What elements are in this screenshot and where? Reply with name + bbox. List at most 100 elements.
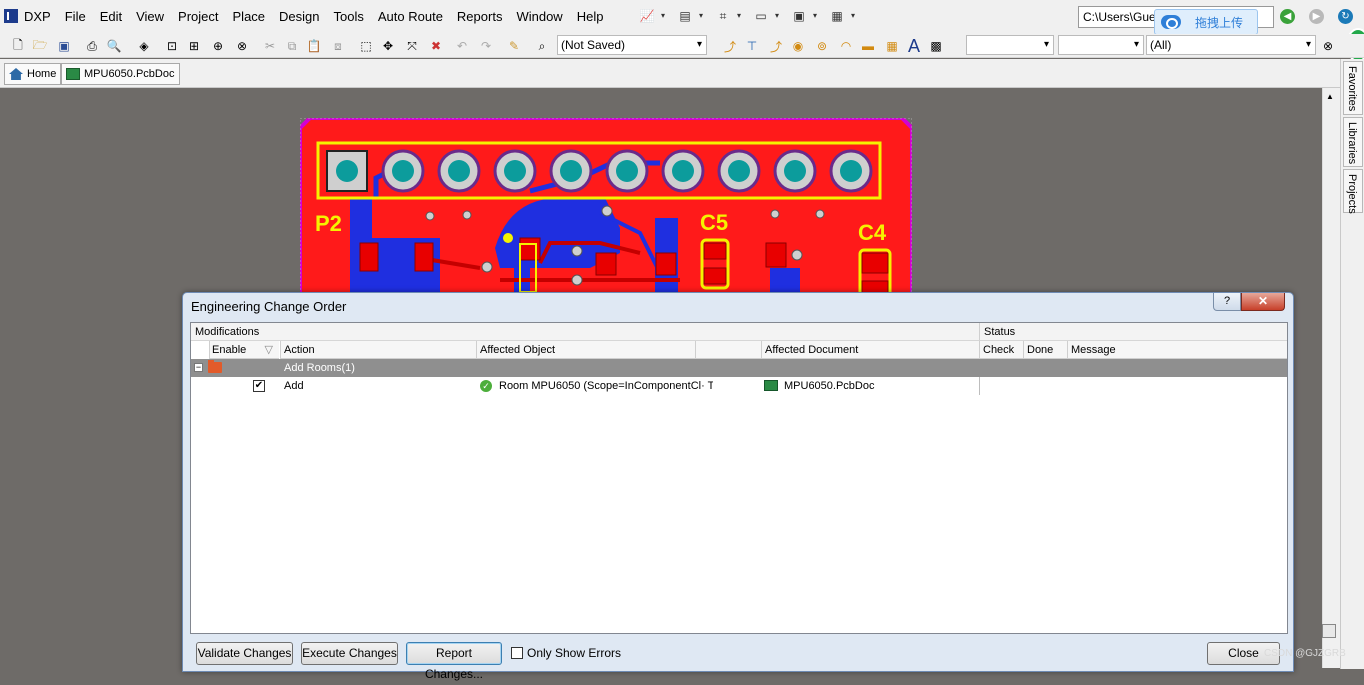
fast-forward-icon[interactable]: ↻ xyxy=(1338,9,1353,24)
select-area-icon[interactable]: ⬚ xyxy=(356,36,376,56)
col-affected-document[interactable]: Affected Document xyxy=(762,341,979,359)
nav-arrows: ◀ ▶ ↻ xyxy=(1280,9,1353,24)
group-row-add-rooms[interactable]: − Add Rooms(1) xyxy=(191,359,1287,377)
dialog-title: Engineering Change Order xyxy=(191,299,347,314)
new-file-icon[interactable]: 🗋 xyxy=(8,36,28,56)
validate-changes-button[interactable]: Validate Changes xyxy=(196,642,293,665)
col-divider xyxy=(476,341,477,359)
deselect-icon[interactable]: ⤧ xyxy=(402,36,422,56)
pad-icon[interactable]: ◉ xyxy=(788,36,808,56)
filter-combo[interactable]: (All) xyxy=(1146,35,1316,55)
upload-widget[interactable]: 拖拽上传 xyxy=(1154,9,1258,35)
save-state-combo[interactable]: (Not Saved) xyxy=(557,35,707,55)
menu-place[interactable]: Place xyxy=(226,0,273,34)
panel-tab-favorites[interactable]: Favorites xyxy=(1343,61,1363,115)
row-affected-document: MPU6050.PcbDoc xyxy=(784,380,875,392)
only-show-errors-checkbox[interactable] xyxy=(511,647,523,659)
fill-icon[interactable]: ▬ xyxy=(858,36,878,56)
menu-view[interactable]: View xyxy=(129,0,171,34)
redo-icon[interactable]: ↷ xyxy=(476,36,496,56)
save-icon[interactable]: ▣ xyxy=(54,36,74,56)
pad-hole xyxy=(784,160,806,182)
only-show-errors[interactable]: Only Show Errors xyxy=(511,646,621,660)
ruler-tool-icon[interactable]: ▭ xyxy=(750,6,779,26)
eco-dialog: Engineering Change Order ? ✕ Modificatio… xyxy=(182,292,1294,681)
execute-changes-button[interactable]: Execute Changes xyxy=(301,642,398,665)
menu-design[interactable]: Design xyxy=(272,0,326,34)
col-done[interactable]: Done xyxy=(1024,341,1067,359)
home-icon xyxy=(9,68,23,80)
layer-combo[interactable] xyxy=(966,35,1054,55)
report-changes-button[interactable]: Report Changes... xyxy=(406,642,502,681)
col-enable[interactable]: Enable ▽ xyxy=(209,341,279,359)
forward-arrow-icon[interactable]: ▶ xyxy=(1309,9,1324,24)
col-action[interactable]: Action xyxy=(281,341,477,359)
net-combo[interactable] xyxy=(1058,35,1144,55)
filter-icon[interactable]: ▽ xyxy=(265,341,273,359)
col-message[interactable]: Message xyxy=(1068,341,1287,359)
component-icon[interactable]: ▩ xyxy=(926,36,946,56)
back-arrow-icon[interactable]: ◀ xyxy=(1280,9,1295,24)
highlight-icon[interactable]: ✎ xyxy=(504,36,524,56)
filter-icon[interactable]: ⊗ xyxy=(1318,36,1338,56)
paste-icon[interactable]: 📋 xyxy=(304,36,324,56)
route-icon[interactable]: ⤴ xyxy=(720,36,740,56)
menu-window[interactable]: Window xyxy=(509,0,569,34)
print-preview-icon[interactable]: 🔍 xyxy=(104,36,124,56)
menu-file[interactable]: File xyxy=(58,0,93,34)
multi-route-icon[interactable]: ⤴ xyxy=(766,36,786,56)
grid-tool-icon[interactable]: ▦ xyxy=(826,6,855,26)
text-icon[interactable]: A xyxy=(904,36,924,56)
undo-icon[interactable]: ↶ xyxy=(452,36,472,56)
align-tool-icon[interactable]: ▤ xyxy=(674,6,703,26)
collapse-icon[interactable]: − xyxy=(194,363,203,372)
zoom-fit-icon[interactable]: ⊡ xyxy=(162,36,182,56)
menu-dxp[interactable]: DXP xyxy=(0,0,58,34)
designator-c4: C4 xyxy=(858,220,887,245)
table-row[interactable]: ✔ Add ✓ Room MPU6050 (Scope=InComponentC… xyxy=(191,377,1287,395)
col-divider xyxy=(761,341,762,359)
room-tool-icon[interactable]: ▣ xyxy=(788,6,817,26)
panel-tab-libraries[interactable]: Libraries xyxy=(1343,117,1363,167)
help-button[interactable]: ? xyxy=(1213,293,1241,311)
tab-pcbdoc-label: MPU6050.PcbDoc xyxy=(84,68,175,80)
select-tool-icon[interactable]: ⌗ xyxy=(712,6,741,26)
rubber-stamp-icon[interactable]: ⧈ xyxy=(328,36,348,56)
layers-icon[interactable]: ◈ xyxy=(134,36,154,56)
col-affected-object[interactable]: Affected Object xyxy=(477,341,761,359)
zoom-area-icon[interactable]: ⊞ xyxy=(184,36,204,56)
menu-auto-route[interactable]: Auto Route xyxy=(371,0,450,34)
move-icon[interactable]: ✥ xyxy=(378,36,398,56)
eco-grid[interactable]: Modifications Status Enable ▽ Action Affe… xyxy=(190,322,1288,634)
zoom-filter-icon[interactable]: ⊗ xyxy=(232,36,252,56)
zoom-select-icon[interactable]: ⊕ xyxy=(208,36,228,56)
only-show-errors-label: Only Show Errors xyxy=(527,646,622,660)
clear-icon[interactable]: ✖ xyxy=(426,36,446,56)
menu-tools[interactable]: Tools xyxy=(327,0,371,34)
via-icon[interactable]: ⊚ xyxy=(812,36,832,56)
enable-checkbox[interactable]: ✔ xyxy=(253,380,265,392)
tab-home[interactable]: Home xyxy=(4,63,62,85)
col-check[interactable]: Check xyxy=(980,341,1023,359)
dialog-close-icon[interactable]: ✕ xyxy=(1241,293,1285,311)
panel-tab-projects[interactable]: Projects xyxy=(1343,169,1363,214)
diff-pair-icon[interactable]: ⊤ xyxy=(742,36,762,56)
cut-icon[interactable]: ✂ xyxy=(260,36,280,56)
scroll-up-icon[interactable]: ▲ xyxy=(1326,92,1334,101)
print-icon[interactable]: ⎙ xyxy=(82,36,102,56)
scrollbar-thumb[interactable] xyxy=(1322,624,1336,638)
browse-component-icon[interactable]: ⌕ xyxy=(532,36,552,56)
pad-hole xyxy=(392,160,414,182)
menu-help[interactable]: Help xyxy=(570,0,611,34)
menu-project[interactable]: Project xyxy=(171,0,225,34)
tab-pcbdoc[interactable]: MPU6050.PcbDoc xyxy=(61,63,180,85)
menu-reports[interactable]: Reports xyxy=(450,0,510,34)
polygon-icon[interactable]: ▦ xyxy=(882,36,902,56)
arc-icon[interactable]: ◠ xyxy=(836,36,856,56)
canvas-vertical-scrollbar[interactable] xyxy=(1322,88,1340,668)
pad-hole xyxy=(336,160,358,182)
chart-tool-icon[interactable]: 📈 xyxy=(636,6,665,26)
copy-icon[interactable]: ⧉ xyxy=(282,36,302,56)
menu-edit[interactable]: Edit xyxy=(93,0,129,34)
open-folder-icon[interactable]: 🗁 xyxy=(30,36,50,56)
